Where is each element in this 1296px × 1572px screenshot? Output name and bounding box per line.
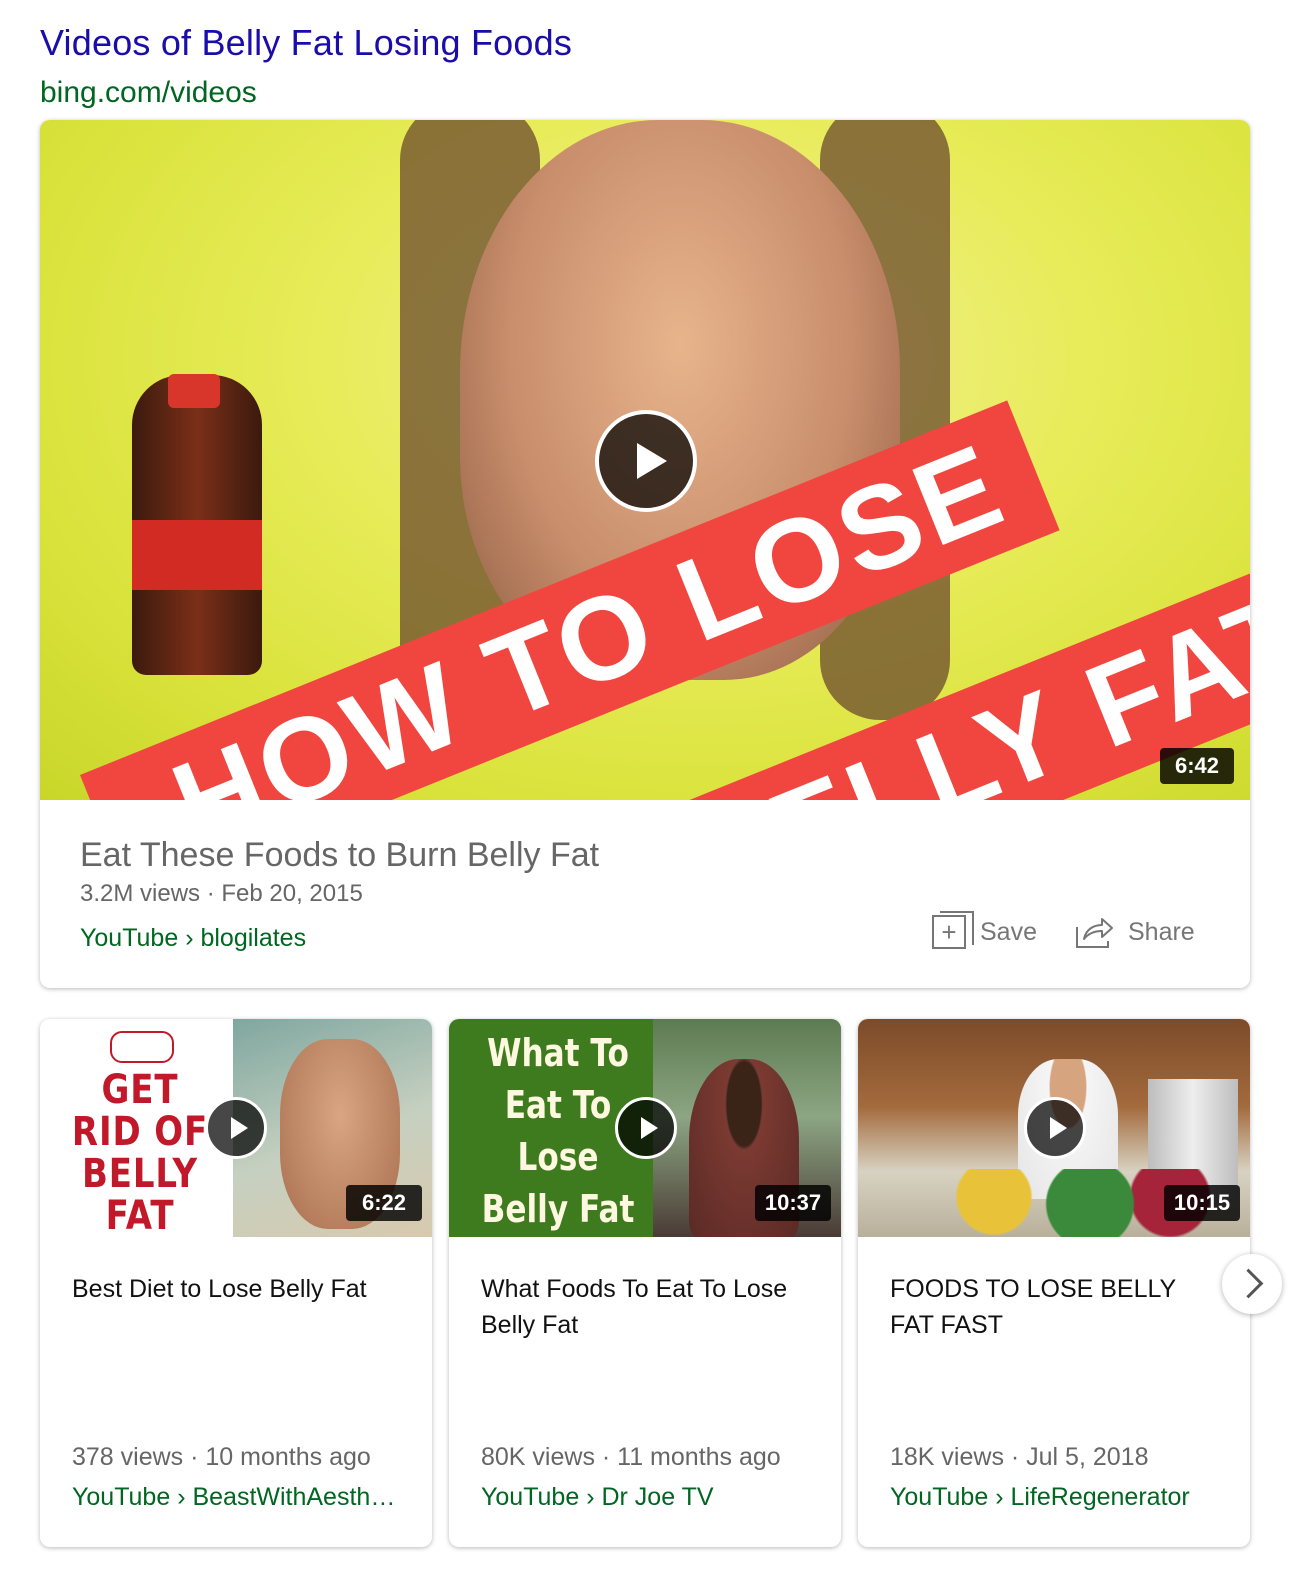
featured-video-card[interactable]: HOW TO LOSE BELLY FAT 6:42 Eat These Foo… — [40, 120, 1250, 988]
video-duration-badge: 10:15 — [1164, 1185, 1240, 1221]
result-source-url: bing.com/videos — [40, 76, 257, 109]
thumbnail-text: GET RID OF BELLY FAT — [71, 1067, 209, 1237]
chevron-right-icon — [1233, 1268, 1264, 1299]
video-meta: 80K views · 11 months ago — [481, 1443, 781, 1471]
result-title-link[interactable]: Videos of Belly Fat Losing Foods — [40, 22, 572, 64]
featured-video-meta: 3.2M views · Feb 20, 2015 — [80, 880, 363, 907]
save-button[interactable]: + Save — [932, 910, 1037, 954]
next-videos-button[interactable] — [1222, 1254, 1282, 1314]
save-label: Save — [980, 917, 1037, 946]
featured-video-source[interactable]: YouTube › blogilates — [80, 924, 306, 953]
channel-logo — [110, 1031, 174, 1063]
video-card[interactable]: What To Eat To Lose Belly Fat {Food Plat… — [449, 1019, 841, 1547]
play-icon[interactable] — [1024, 1097, 1086, 1159]
play-icon[interactable] — [615, 1097, 677, 1159]
video-duration-badge: 6:22 — [346, 1185, 422, 1221]
video-source[interactable]: YouTube › BeastWithAesth… — [72, 1483, 412, 1512]
video-duration-badge: 6:42 — [1160, 748, 1234, 784]
video-title[interactable]: Best Diet to Lose Belly Fat — [72, 1271, 402, 1307]
video-title[interactable]: What Foods To Eat To Lose Belly Fat — [481, 1271, 811, 1343]
video-meta: 18K views · Jul 5, 2018 — [890, 1443, 1149, 1471]
video-thumbnail[interactable]: 10:15 — [858, 1019, 1250, 1237]
play-icon[interactable] — [205, 1097, 267, 1159]
video-card[interactable]: 10:15 FOODS TO LOSE BELLY FAT FAST 18K v… — [858, 1019, 1250, 1547]
play-icon[interactable] — [595, 410, 697, 512]
video-duration-badge: 10:37 — [755, 1185, 831, 1221]
save-icon: + — [932, 911, 974, 949]
video-meta: 378 views · 10 months ago — [72, 1443, 371, 1471]
video-source[interactable]: YouTube › Dr Joe TV — [481, 1483, 821, 1512]
share-button[interactable]: Share — [1074, 910, 1195, 954]
featured-video-title[interactable]: Eat These Foods to Burn Belly Fat — [80, 836, 599, 875]
video-source[interactable]: YouTube › LifeRegenerator — [890, 1483, 1230, 1512]
featured-video-thumbnail[interactable]: HOW TO LOSE BELLY FAT 6:42 — [40, 120, 1250, 800]
video-card[interactable]: GET RID OF BELLY FAT 6:22 Best Diet to L… — [40, 1019, 432, 1547]
video-thumbnail[interactable]: What To Eat To Lose Belly Fat {Food Plat… — [449, 1019, 841, 1237]
share-label: Share — [1128, 917, 1195, 946]
share-icon — [1076, 918, 1113, 948]
video-thumbnail[interactable]: GET RID OF BELLY FAT 6:22 — [40, 1019, 432, 1237]
video-title[interactable]: FOODS TO LOSE BELLY FAT FAST — [890, 1271, 1220, 1343]
